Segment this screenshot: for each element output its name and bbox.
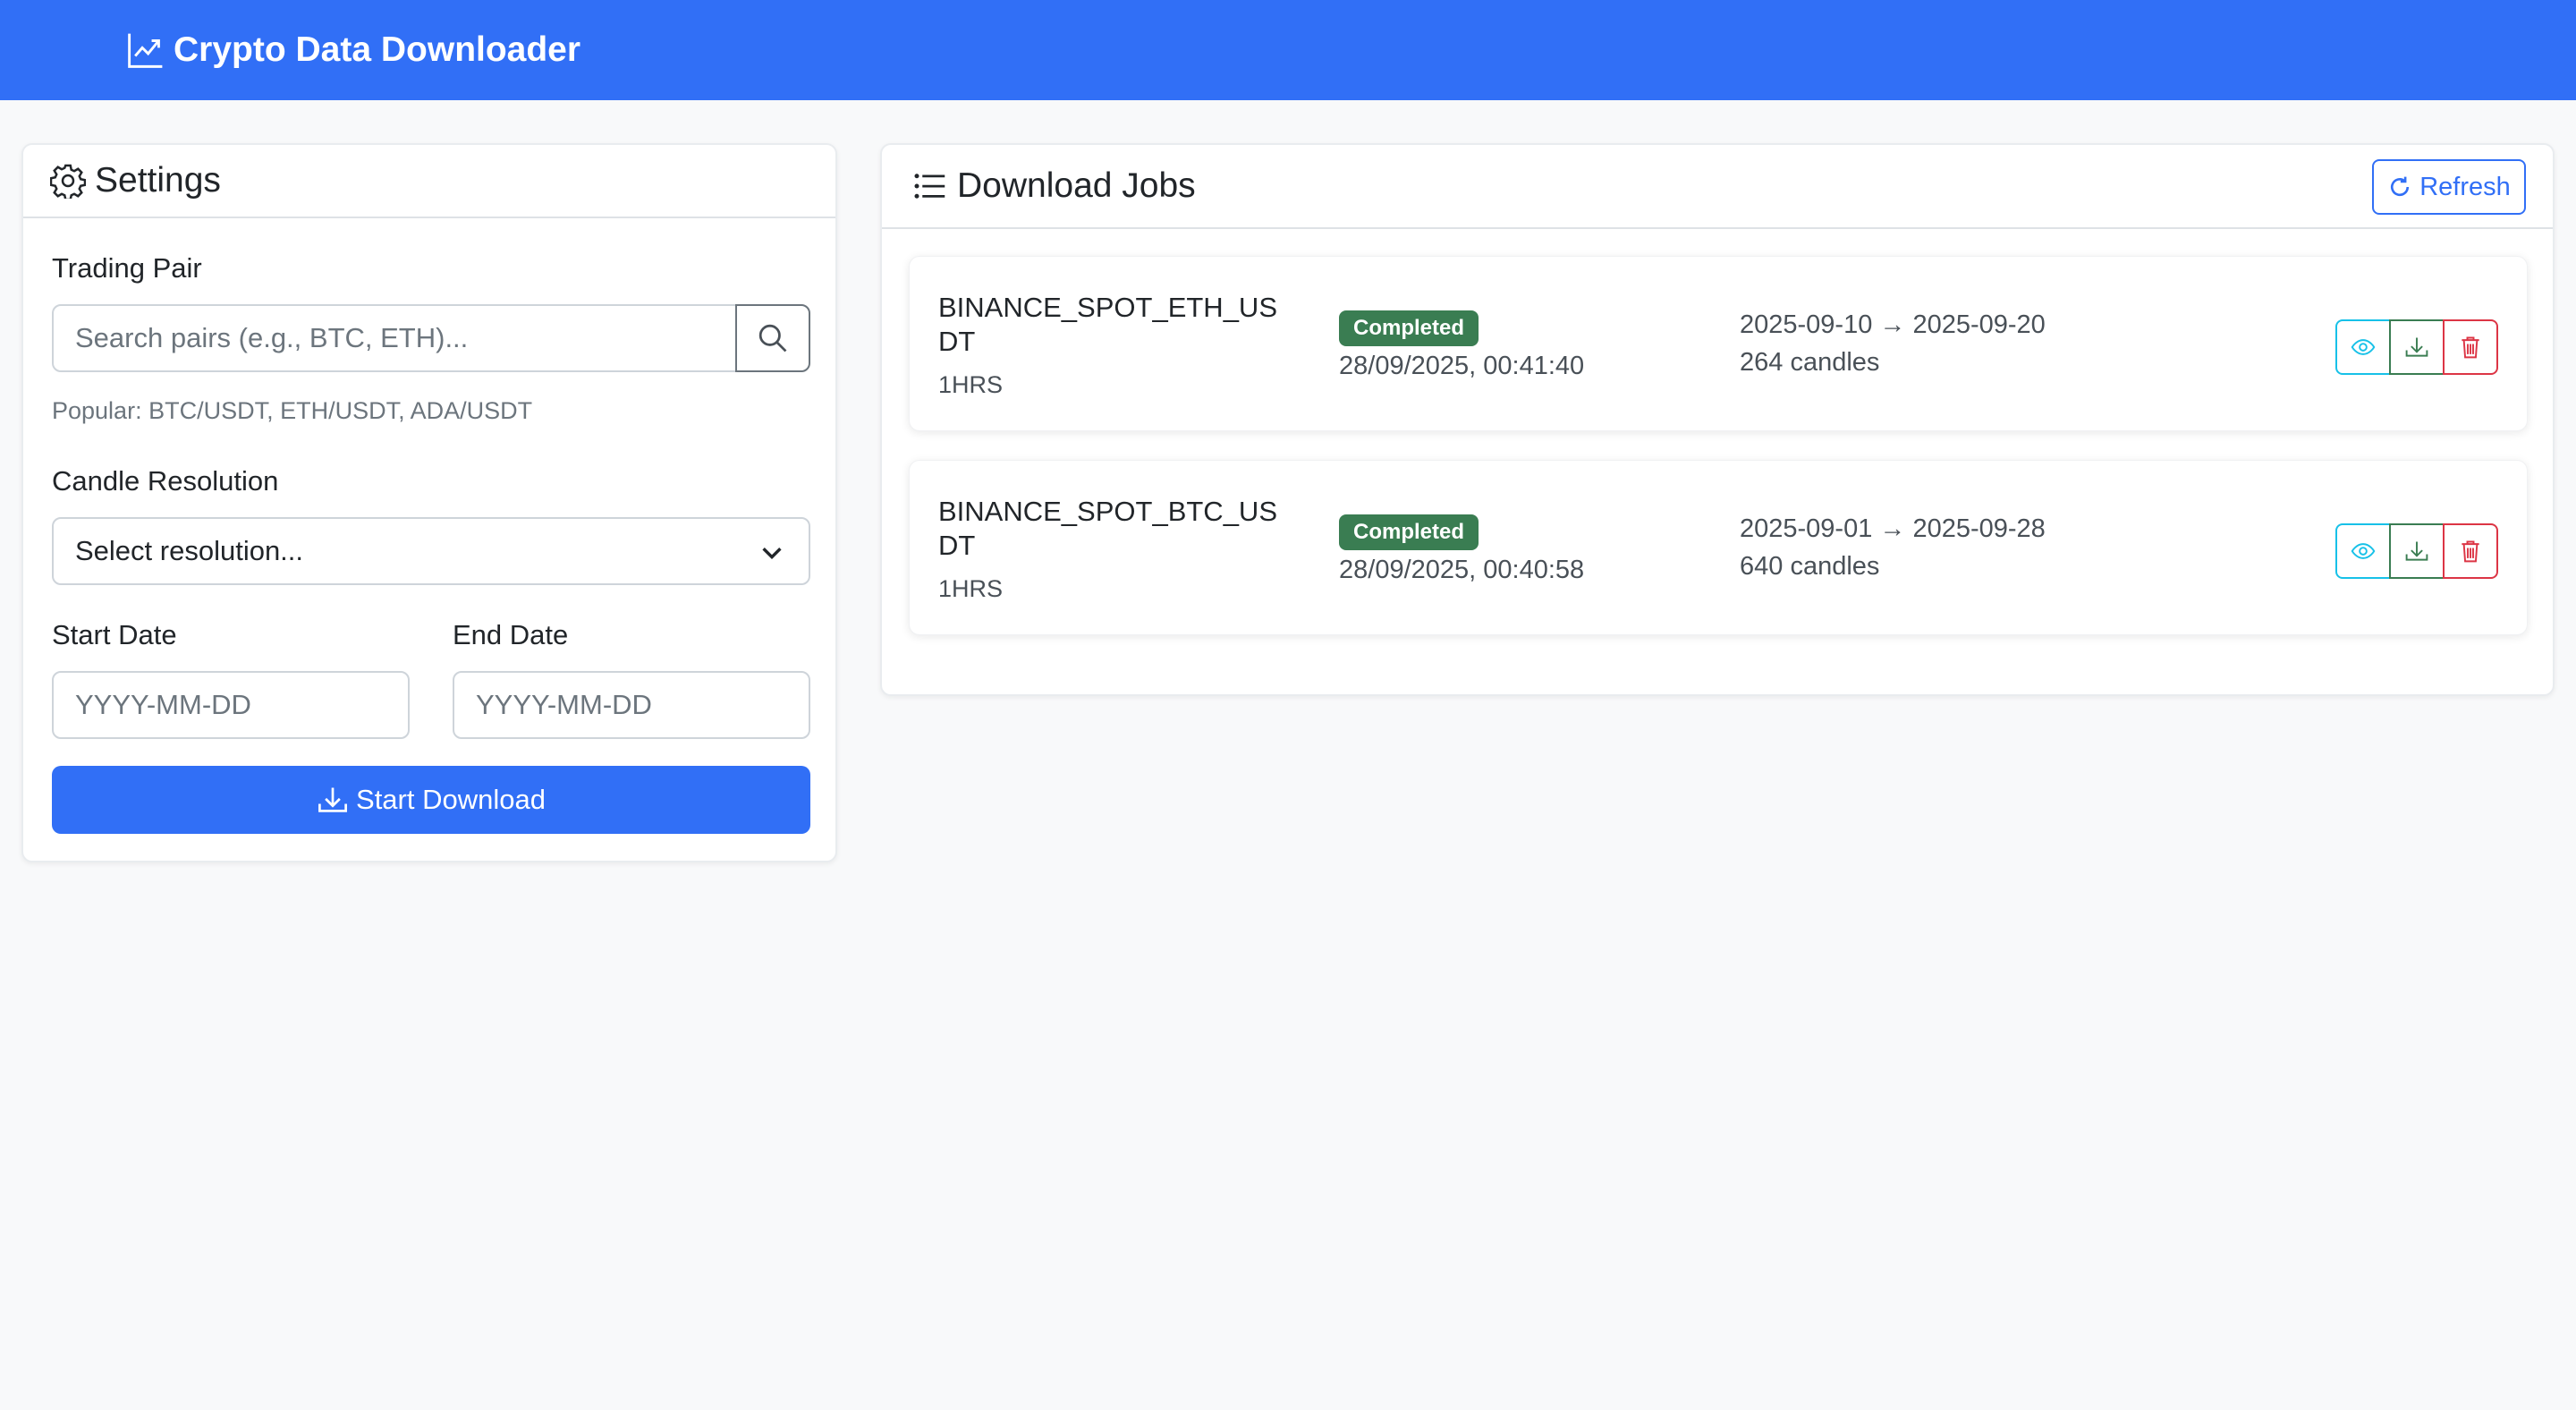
trading-pair-label: Trading Pair (52, 252, 202, 284)
delete-button[interactable] (2443, 523, 2498, 579)
candle-resolution-select[interactable]: Select resolution... (52, 517, 810, 585)
job-name: BINANCE_SPOT_ETH_USDT (938, 292, 1277, 357)
app-brand[interactable]: Crypto Data Downloader (127, 27, 580, 73)
download-jobs-header: Download Jobs Refresh (882, 145, 2553, 229)
job-actions (2335, 319, 2498, 375)
view-button[interactable] (2335, 523, 2391, 579)
job-timestamp: 28/09/2025, 00:41:40 (1339, 352, 1585, 380)
end-date-input[interactable]: YYYY-MM-DD (453, 671, 810, 739)
trading-pair-search: Search pairs (e.g., BTC, ETH)... (52, 304, 810, 372)
status-badge: Completed (1339, 514, 1479, 550)
download-jobs-title: Download Jobs (957, 166, 1196, 205)
job-resolution: 1HRS (938, 371, 1004, 398)
refresh-label: Refresh (2419, 172, 2511, 201)
delete-button[interactable] (2443, 319, 2498, 375)
chevron-down-icon (762, 548, 782, 560)
job-card: BINANCE_SPOT_BTC_USDT 1HRS Completed 28/… (909, 460, 2528, 635)
eye-icon (2351, 339, 2376, 355)
trash-icon (2462, 540, 2479, 563)
eye-icon (2351, 543, 2376, 559)
download-button[interactable] (2389, 319, 2445, 375)
job-candle-count: 640 candles (1740, 552, 1880, 581)
job-timestamp: 28/09/2025, 00:40:58 (1339, 556, 1585, 584)
job-date-range: 2025-09-10 → 2025-09-20 (1740, 310, 2046, 339)
job-name: BINANCE_SPOT_BTC_USDT (938, 496, 1277, 561)
navbar: Crypto Data Downloader (0, 0, 2576, 100)
gear-icon (50, 164, 86, 199)
start-download-label: Start Download (356, 784, 546, 815)
trading-pair-search-input[interactable]: Search pairs (e.g., BTC, ETH)... (52, 304, 737, 372)
list-icon (914, 174, 945, 199)
start-date-label: Start Date (52, 619, 177, 650)
job-card: BINANCE_SPOT_ETH_USDT 1HRS Completed 28/… (909, 256, 2528, 431)
job-resolution: 1HRS (938, 575, 1004, 602)
settings-title: Settings (95, 161, 221, 200)
search-icon (758, 324, 787, 352)
refresh-button[interactable]: Refresh (2372, 159, 2526, 215)
download-jobs-panel: Download Jobs Refresh BINANCE_SPOT_ETH_U… (880, 143, 2555, 696)
job-candle-count: 264 candles (1740, 348, 1880, 377)
download-icon (318, 787, 347, 812)
settings-header: Settings (23, 145, 835, 218)
download-icon (2405, 541, 2428, 561)
refresh-icon (2391, 176, 2410, 197)
search-button[interactable] (735, 304, 810, 372)
settings-panel: Settings Trading Pair Search pairs (e.g.… (21, 143, 837, 862)
candle-resolution-value: Select resolution... (75, 535, 304, 566)
start-download-button[interactable]: Start Download (52, 766, 810, 834)
candle-resolution-label: Candle Resolution (52, 465, 279, 497)
popular-pairs-hint: Popular: BTC/USDT, ETH/USDT, ADA/USDT (52, 397, 533, 424)
status-badge: Completed (1339, 310, 1479, 346)
job-date-range: 2025-09-01 → 2025-09-28 (1740, 514, 2046, 543)
download-button[interactable] (2389, 523, 2445, 579)
job-actions (2335, 523, 2498, 579)
start-date-input[interactable]: YYYY-MM-DD (52, 671, 410, 739)
view-button[interactable] (2335, 319, 2391, 375)
chart-line-icon (128, 33, 163, 68)
end-date-label: End Date (453, 619, 569, 650)
trash-icon (2462, 336, 2479, 359)
app-title: Crypto Data Downloader (174, 30, 581, 69)
download-icon (2405, 337, 2428, 357)
